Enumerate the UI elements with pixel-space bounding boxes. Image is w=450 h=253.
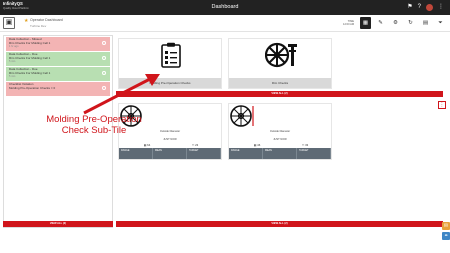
- rim-checks-tile[interactable]: Rim Checks: [228, 38, 332, 89]
- alert-status-icon: [102, 71, 106, 75]
- time-readout: TIME 12:00 AM: [343, 20, 354, 26]
- measurement-status: JUST NOW: [163, 138, 177, 141]
- chat-icon[interactable]: ✉: [442, 222, 450, 230]
- stat-value: 46: [257, 143, 261, 147]
- refresh-icon[interactable]: ↻: [405, 17, 416, 29]
- stat-value: 23: [195, 143, 199, 147]
- avatar[interactable]: [426, 3, 433, 11]
- statistics-box: RANGE MEAN TARGET: [229, 148, 331, 159]
- wheel-caliper-icon: [265, 42, 297, 68]
- favorite-star-icon[interactable]: ★: [24, 18, 28, 24]
- stat-cell: MEAN: [153, 148, 187, 159]
- menu-icon[interactable]: ⋮: [438, 3, 444, 11]
- time-value: 12:00 AM: [343, 23, 354, 26]
- link-icon[interactable]: ⚭: [442, 232, 450, 240]
- panel-toggle-icon[interactable]: ⋮: [438, 101, 446, 109]
- alerts-view-all-button[interactable]: VIEW ALL (2): [3, 221, 113, 227]
- measurements-view-all-button[interactable]: VIEW ALL (2): [116, 221, 443, 227]
- stat-value: 33: [305, 143, 309, 147]
- dashboard-header: ▣ ★ Operator Dashboard Turbine Dev TIME …: [0, 15, 450, 32]
- alert-time: 5 min: [9, 60, 16, 64]
- stat-cell: RANGE: [229, 148, 263, 159]
- dashboard-toolbar: TIME 12:00 AM ▦ ✎ ⚙ ↻ ▤ ⏷: [343, 17, 446, 29]
- breadcrumb-title: Operator Dashboard: [30, 18, 63, 22]
- app-title: Dashboard: [211, 4, 239, 10]
- alert-status-icon: [102, 86, 106, 90]
- breadcrumb-subtitle: Turbine Dev: [30, 24, 47, 28]
- tile-label: Rim Checks: [229, 78, 331, 88]
- alert-item[interactable]: Data Collection - Due Rim Checks For Mol…: [6, 52, 110, 66]
- stat-value: 64: [147, 143, 151, 147]
- alert-item[interactable]: Data Collection - Missed Rim Checks For …: [6, 37, 110, 51]
- wheel-diameter-icon: [230, 105, 254, 127]
- measurement-stats: ▦ 64 ⚇ 23: [123, 143, 219, 147]
- molding-pre-operation-checks-tile[interactable]: Molding Pre-Operation Checks: [118, 38, 222, 89]
- alert-detail: Molding Pre-Operation Checks = 0: [9, 85, 56, 90]
- calendar-icon[interactable]: ▦: [360, 17, 371, 29]
- alert-item[interactable]: Checklist Violation Molding Pre-Operatio…: [6, 82, 110, 96]
- stat-cell: MEAN: [263, 148, 297, 159]
- language-icon[interactable]: ⚑: [407, 3, 412, 11]
- annotation-label: Molding Pre-Operation Check Sub-Tile: [46, 114, 142, 136]
- side-buttons: ✉ ⚭: [442, 222, 450, 242]
- alert-item[interactable]: Data Collection - Due Rim Checks For Mol…: [6, 67, 110, 81]
- top-bar: InfinityQS Quality Cloud Platform Dashbo…: [0, 0, 450, 15]
- edit-icon[interactable]: ✎: [375, 17, 386, 29]
- settings-icon[interactable]: ⚙: [390, 17, 401, 29]
- stat-cell: TARGET: [187, 148, 221, 159]
- top-icons: ⚑ ? ⋮: [407, 3, 444, 11]
- tile-label: Molding Pre-Operation Checks: [119, 78, 221, 88]
- measurement-label: Outside Diameter: [269, 130, 291, 133]
- measurement-status: JUST NOW: [273, 138, 287, 141]
- clipboard-checklist-icon: [161, 42, 181, 68]
- station-icon[interactable]: ▣: [3, 17, 15, 29]
- stat-cell: TARGET: [297, 148, 331, 159]
- stat-cell: RANGE: [119, 148, 153, 159]
- measurement-stats: ▦ 46 ⚇ 33: [233, 143, 329, 147]
- alert-time: 5 min: [9, 75, 16, 79]
- statistics-box: RANGE MEAN TARGET: [119, 148, 221, 159]
- outside-diameter-tile[interactable]: Outside Diameter JUST NOW ▦ 46 ⚇ 33 RANG…: [228, 103, 332, 160]
- alert-time: 1 hr ago: [9, 45, 19, 49]
- alert-status-icon: [102, 41, 106, 45]
- tiles-view-all-button[interactable]: VIEW ALL (2): [116, 91, 443, 97]
- alert-status-icon: [102, 56, 106, 60]
- layout-icon[interactable]: ▤: [420, 17, 431, 29]
- help-icon[interactable]: ?: [418, 3, 421, 11]
- filter-icon[interactable]: ⏷: [435, 17, 446, 29]
